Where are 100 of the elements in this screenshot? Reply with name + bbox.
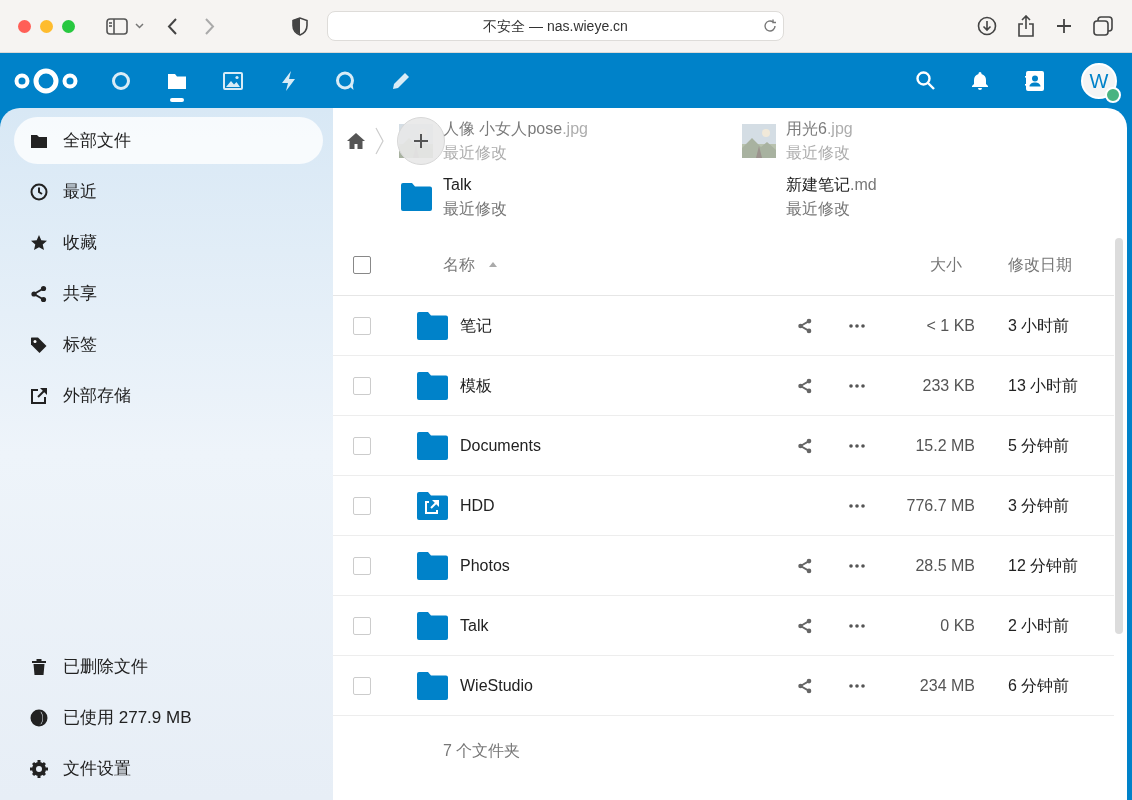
share-icon[interactable] <box>797 617 813 634</box>
plus-icon <box>413 133 429 149</box>
column-header[interactable]: 修改日期 <box>1008 252 1114 277</box>
recent-file-subtitle: 最近修改 <box>786 143 851 163</box>
share-icon[interactable] <box>797 557 813 574</box>
file-name[interactable]: HDD <box>460 493 495 518</box>
sidebar-toggle-icon[interactable] <box>106 17 128 35</box>
file-row[interactable]: Talk 0 KB 2 小时前 <box>333 596 1114 656</box>
file-row[interactable]: Photos 28.5 MB 12 分钟前 <box>333 536 1114 596</box>
speech-bubble-icon[interactable] <box>334 69 356 92</box>
column-header[interactable]: 名称 <box>443 252 475 277</box>
file-name[interactable]: 笔记 <box>460 313 492 338</box>
external-folder-icon <box>417 491 448 520</box>
recent-file-subtitle: 最近修改 <box>443 143 508 163</box>
clock-icon <box>30 182 48 201</box>
gear-icon <box>30 759 48 778</box>
sidebar-item[interactable]: 已使用 277.9 MB <box>14 694 323 741</box>
more-options-icon[interactable] <box>849 563 865 568</box>
file-size: < 1 KB <box>925 315 975 336</box>
back-icon[interactable] <box>167 17 177 35</box>
shield-icon[interactable] <box>292 16 308 36</box>
modified-time: 2 小时前 <box>1008 615 1071 636</box>
modified-time: 13 小时前 <box>1008 375 1080 396</box>
file-row[interactable]: 模板 233 KB 13 小时前 <box>333 356 1114 416</box>
more-options-icon[interactable] <box>849 503 865 508</box>
bell-icon[interactable] <box>971 70 989 91</box>
external-link-icon <box>30 386 48 405</box>
recent-file-subtitle: 最近修改 <box>443 199 507 219</box>
row-checkbox[interactable] <box>353 616 371 635</box>
share-icon <box>30 284 48 303</box>
file-row[interactable]: 笔记 < 1 KB 3 小时前 <box>333 296 1114 356</box>
more-options-icon[interactable] <box>849 443 865 448</box>
folder-icon <box>417 611 448 640</box>
file-row[interactable]: WieStudio 234 MB 6 分钟前 <box>333 656 1114 716</box>
column-header[interactable]: 大小 <box>930 252 962 277</box>
file-size: 28.5 MB <box>914 555 975 576</box>
folder-icon <box>417 371 448 400</box>
share-icon[interactable] <box>797 437 813 454</box>
modified-time: 12 分钟前 <box>1008 555 1080 576</box>
avatar[interactable]: W <box>1081 62 1117 99</box>
select-all-checkbox[interactable] <box>353 255 371 274</box>
row-checkbox[interactable] <box>353 316 371 335</box>
scrollbar[interactable] <box>1115 238 1123 634</box>
breadcrumb-separator-icon <box>375 127 384 155</box>
close-window-button[interactable] <box>18 19 31 33</box>
sidebar-item[interactable]: 全部文件 <box>14 117 323 164</box>
share-icon[interactable] <box>1017 15 1035 37</box>
folder-icon <box>417 311 448 340</box>
file-size: 0 KB <box>939 615 975 636</box>
file-name[interactable]: WieStudio <box>460 673 533 698</box>
row-checkbox[interactable] <box>353 496 371 515</box>
tag-icon <box>30 335 48 354</box>
sidebar-item[interactable]: 外部存储 <box>14 372 323 419</box>
new-button[interactable] <box>397 117 445 165</box>
image-icon[interactable] <box>222 69 244 92</box>
sidebar-item[interactable]: 文件设置 <box>14 745 323 792</box>
sidebar-item[interactable]: 最近 <box>14 168 323 215</box>
row-checkbox[interactable] <box>353 556 371 575</box>
forward-icon[interactable] <box>205 17 215 35</box>
row-checkbox[interactable] <box>353 436 371 455</box>
folder-icon <box>400 183 432 211</box>
more-options-icon[interactable] <box>849 683 865 688</box>
modified-time: 3 小时前 <box>1008 315 1071 336</box>
file-size: 776.7 MB <box>905 495 975 516</box>
file-name[interactable]: Talk <box>460 613 489 638</box>
sidebar-item[interactable]: 已删除文件 <box>14 643 323 690</box>
file-name[interactable]: 模板 <box>460 373 492 398</box>
row-checkbox[interactable] <box>353 376 371 395</box>
tabs-overview-icon[interactable] <box>1093 16 1113 36</box>
file-size: 15.2 MB <box>914 435 975 456</box>
file-size: 234 MB <box>918 675 975 696</box>
sort-ascending-icon[interactable] <box>489 262 497 267</box>
recent-file-subtitle: 最近修改 <box>786 199 851 219</box>
folder-count-text: 7 个文件夹 <box>443 741 521 761</box>
sidebar-item[interactable]: 收藏 <box>14 219 323 266</box>
recent-file-name: Talk <box>443 175 473 195</box>
download-icon[interactable] <box>977 16 997 36</box>
share-icon[interactable] <box>797 677 813 694</box>
search-icon[interactable] <box>916 71 935 90</box>
dashboard-icon[interactable] <box>110 69 132 92</box>
file-row[interactable]: Documents 15.2 MB 5 分钟前 <box>333 416 1114 476</box>
modified-time: 5 分钟前 <box>1008 435 1071 456</box>
file-name[interactable]: Documents <box>460 433 541 458</box>
sidebar-item[interactable]: 共享 <box>14 270 323 317</box>
more-options-icon[interactable] <box>849 323 865 328</box>
row-checkbox[interactable] <box>353 676 371 695</box>
home-icon[interactable] <box>347 133 365 149</box>
file-name[interactable]: Photos <box>460 553 510 578</box>
new-tab-icon[interactable] <box>1055 17 1073 35</box>
file-row[interactable]: HDD 776.7 MB 3 分钟前 <box>333 476 1114 536</box>
contacts-icon[interactable] <box>1025 69 1045 92</box>
chevron-down-icon[interactable] <box>135 23 144 29</box>
more-options-icon[interactable] <box>849 383 865 388</box>
reload-icon[interactable] <box>763 19 777 33</box>
sidebar-item[interactable]: 标签 <box>14 321 323 368</box>
address-bar[interactable]: 不安全 — nas.wieye.cn <box>327 11 784 41</box>
share-icon[interactable] <box>797 317 813 334</box>
folder-icon <box>417 551 448 580</box>
more-options-icon[interactable] <box>849 623 865 628</box>
share-icon[interactable] <box>797 377 813 394</box>
